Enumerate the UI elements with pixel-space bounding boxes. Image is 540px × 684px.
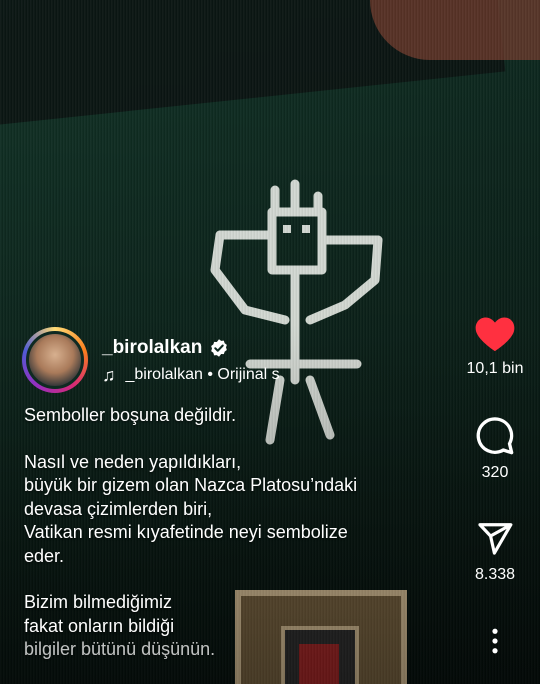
more-vertical-icon[interactable] [490,628,500,654]
caption-line: Vatikan resmi kıyafetinde neyi sembolize [24,522,348,542]
caption-line: Bizim bilmediğimiz [24,592,173,612]
caption-line: büyük bir gizem olan Nazca Platosu’ndaki [24,475,358,495]
more-action [450,628,540,654]
username[interactable]: _birolalkan [102,337,202,359]
caption-line: devasa çizimlerden biri, [24,498,213,519]
caption-line: Semboller boşuna değildir. [24,405,237,425]
comment-count: 320 [481,464,509,481]
username-row: _birolalkan [102,337,298,359]
share-count: 8.338 [474,566,516,583]
caption-line: Nasıl ve neden yapıldıkları, [24,451,242,472]
verified-badge-icon [211,338,228,357]
avatar[interactable] [26,331,84,389]
comment-icon[interactable] [475,416,515,456]
audio-row[interactable]: ♫ _birolalkan • Orijinal s [102,366,298,384]
caption-line: bilgiler bütünü düşünün. [24,639,216,659]
post-author: _birolalkan ♫ _birolalkan • Orijinal s [22,327,298,393]
paper-plane-icon[interactable] [476,520,514,558]
story-ring[interactable] [22,327,88,393]
caption-line: fakat onların bildiği [24,615,175,636]
heart-icon[interactable] [474,314,516,352]
share-action: 8.338 [450,520,540,584]
like-count: 10,1 bin [466,360,524,377]
author-info: _birolalkan ♫ _birolalkan • Orijinal s [102,337,298,384]
caption-line: eder. [24,545,65,566]
like-action: 10,1 bin [450,314,540,378]
comment-action: 320 [450,416,540,482]
audio-label: _birolalkan • Orijinal s [125,365,280,383]
music-note-icon: ♫ [102,365,116,384]
post-caption[interactable]: Semboller boşuna değildir. Nasıl ve nede… [24,404,444,662]
